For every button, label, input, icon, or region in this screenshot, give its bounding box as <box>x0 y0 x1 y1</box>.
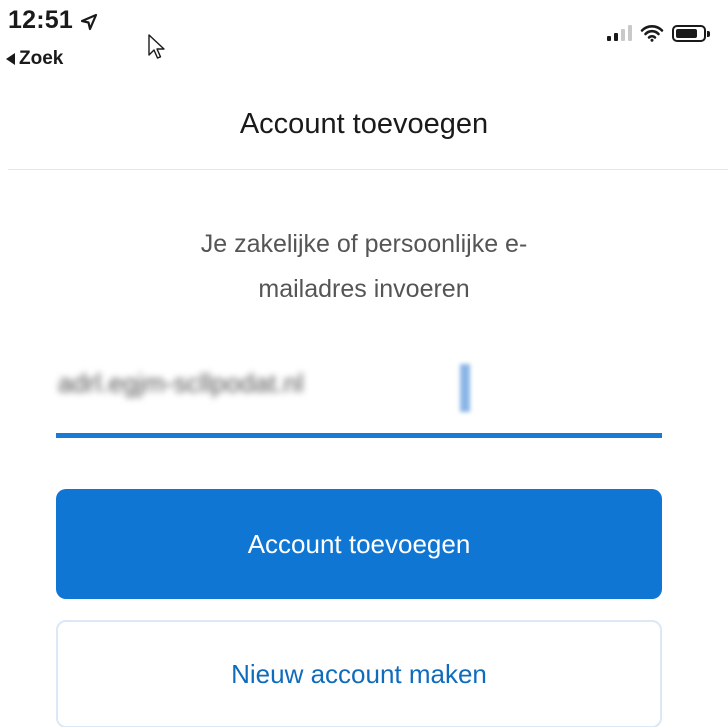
email-field-underline <box>56 433 662 438</box>
status-time: 12:51 <box>8 6 99 35</box>
page-title: Account toevoegen <box>239 108 489 140</box>
email-field[interactable]: adrl.egjm-scllpodat.nl <box>56 358 662 440</box>
email-prompt-line-1: Je zakelijke of persoonlijke e- <box>200 230 528 258</box>
status-time-label: 12:51 <box>8 6 73 34</box>
location-arrow-icon <box>80 13 98 30</box>
back-to-search-link[interactable]: Zoek <box>6 48 63 70</box>
mouse-cursor-icon <box>148 34 165 59</box>
email-prompt-line-2: mailadres invoeren <box>258 275 470 303</box>
add-account-screen: 12:51 Zoek Account toevoegen Je zakelijk… <box>0 0 728 727</box>
status-icons <box>607 24 710 42</box>
header-divider <box>8 169 728 170</box>
wifi-icon <box>640 25 664 42</box>
add-account-button[interactable]: Account toevoegen <box>56 489 662 599</box>
text-caret <box>460 364 470 412</box>
email-prompt: Je zakelijke of persoonlijke e- mailadre… <box>120 222 608 312</box>
email-value-blurred: adrl.egjm-scllpodat.nl <box>58 368 304 398</box>
cellular-signal-icon <box>607 25 632 41</box>
battery-icon <box>672 24 710 42</box>
back-link-label: Zoek <box>19 48 64 69</box>
back-triangle-icon <box>6 53 15 65</box>
create-new-account-button[interactable]: Nieuw account maken <box>56 620 662 727</box>
